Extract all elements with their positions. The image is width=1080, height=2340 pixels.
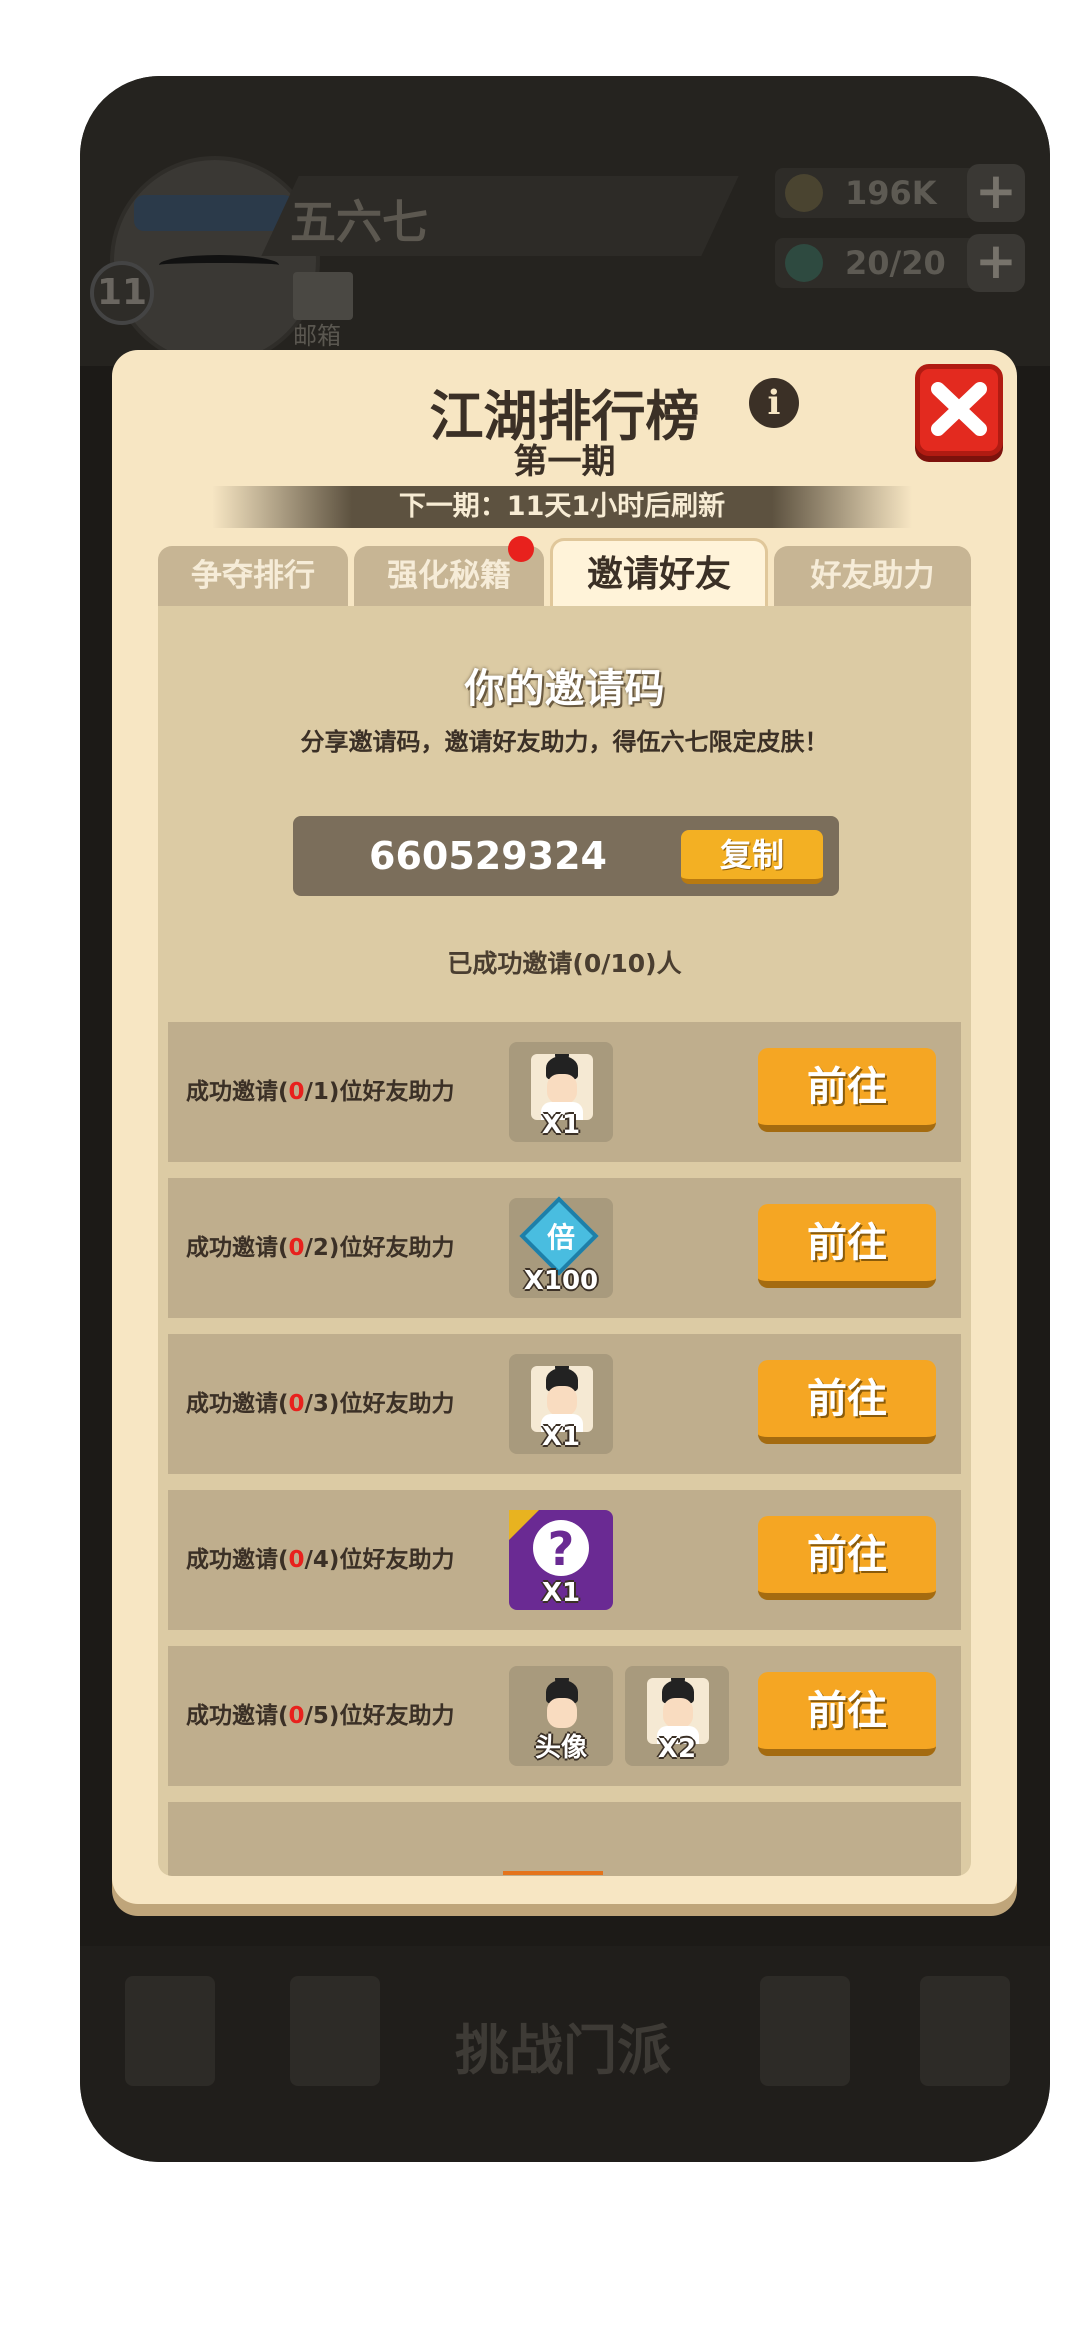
go-button[interactable]: 前往	[758, 1672, 936, 1756]
gold-counter: 196K +	[775, 164, 1025, 222]
add-energy-icon: +	[967, 234, 1025, 292]
challenge-label: 挑战门派	[455, 2019, 671, 2082]
reward-multiplier[interactable]: 倍 X100	[509, 1196, 613, 1298]
invite-row-partial	[168, 1802, 961, 1876]
go-button[interactable]: 前往	[758, 1204, 936, 1288]
coin-icon	[785, 174, 823, 212]
question-mark-icon: ?	[533, 1520, 589, 1576]
reward-count: X1	[541, 1110, 581, 1140]
training-icon	[290, 1976, 380, 2086]
multiplier-glyph: 倍	[546, 1221, 575, 1254]
player-level: 11	[90, 261, 154, 325]
copy-button[interactable]: 复制	[681, 830, 823, 884]
mail-icon	[293, 272, 353, 320]
invite-code: 660529324	[369, 834, 607, 878]
close-icon	[931, 382, 987, 436]
energy-value: 20/20	[845, 244, 946, 282]
collect-icon	[920, 1976, 1010, 2086]
row-label: 成功邀请(0/1)位好友助力	[186, 1079, 455, 1105]
row-label: 成功邀请(0/2)位好友助力	[186, 1235, 455, 1261]
reward-count: 头像	[534, 1733, 587, 1763]
invite-panel: 你的邀请码 分享邀请码，邀请好友助力，得伍六七限定皮肤！ 660529324 复…	[158, 606, 971, 1876]
player-name: 五六七	[290, 195, 428, 249]
helmet-icon	[760, 1976, 850, 2086]
invite-row: 成功邀请(0/2)位好友助力 倍 X100 前往	[168, 1178, 961, 1318]
invite-code-box: 660529324 复制	[293, 816, 839, 896]
go-button[interactable]: 前往	[758, 1360, 936, 1444]
code-description: 分享邀请码，邀请好友助力，得伍六七限定皮肤！	[300, 728, 829, 756]
add-gold-icon: +	[967, 164, 1025, 222]
tab-enhance-label: 强化秘籍	[387, 558, 511, 594]
reward-count: X100	[523, 1266, 599, 1296]
invite-row: 成功邀请(0/5)位好友助力 头像 X2 前往	[168, 1646, 961, 1786]
row-label: 成功邀请(0/3)位好友助力	[186, 1391, 455, 1417]
energy-counter: 20/20 +	[775, 234, 1025, 292]
reward-count: X1	[541, 1422, 581, 1452]
reward-count: X2	[657, 1734, 697, 1764]
tab-enhance[interactable]: 强化秘籍	[354, 536, 544, 606]
tab-friend-help[interactable]: 好友助力	[774, 546, 971, 606]
task-icon	[125, 1976, 215, 2086]
row-label: 成功邀请(0/4)位好友助力	[186, 1547, 455, 1573]
reward-character[interactable]: X1	[509, 1042, 613, 1142]
refresh-countdown: 下一期：11天1小时后刷新	[212, 486, 912, 528]
scroll-indicator	[503, 1871, 603, 1875]
tab-bar: 争夺排行 强化秘籍 邀请好友 好友助力	[158, 536, 971, 606]
invited-count: 已成功邀请(0/10)人	[447, 949, 682, 978]
go-button[interactable]: 前往	[758, 1048, 936, 1132]
invite-row: 成功邀请(0/4)位好友助力 ? X1 前往	[168, 1490, 961, 1630]
info-icon[interactable]: i	[749, 378, 799, 428]
modal-subtitle: 第一期	[513, 442, 616, 482]
reward-character[interactable]: X2	[625, 1666, 729, 1766]
tab-ranking[interactable]: 争夺排行	[158, 546, 348, 606]
reward-mystery[interactable]: ? X1	[509, 1510, 613, 1610]
tab-invite[interactable]: 邀请好友	[550, 538, 768, 606]
energy-icon	[785, 244, 823, 282]
player-avatar	[110, 156, 320, 366]
reward-count: X1	[541, 1578, 581, 1608]
reward-character[interactable]: X1	[509, 1354, 613, 1454]
go-button[interactable]: 前往	[758, 1516, 936, 1600]
row-label: 成功邀请(0/5)位好友助力	[186, 1703, 455, 1729]
mail-label: 邮箱	[293, 322, 341, 350]
reward-avatar[interactable]: 头像	[509, 1666, 613, 1766]
code-title: 你的邀请码	[464, 666, 665, 712]
ranking-modal: 江湖排行榜 i 第一期 下一期：11天1小时后刷新 争夺排行 强化秘籍 邀请好友…	[112, 350, 1017, 1904]
gold-value: 196K	[845, 174, 937, 212]
invite-row: 成功邀请(0/1)位好友助力 X1 前往	[168, 1022, 961, 1162]
notification-badge	[508, 536, 534, 562]
invite-row: 成功邀请(0/3)位好友助力 X1 前往	[168, 1334, 961, 1474]
